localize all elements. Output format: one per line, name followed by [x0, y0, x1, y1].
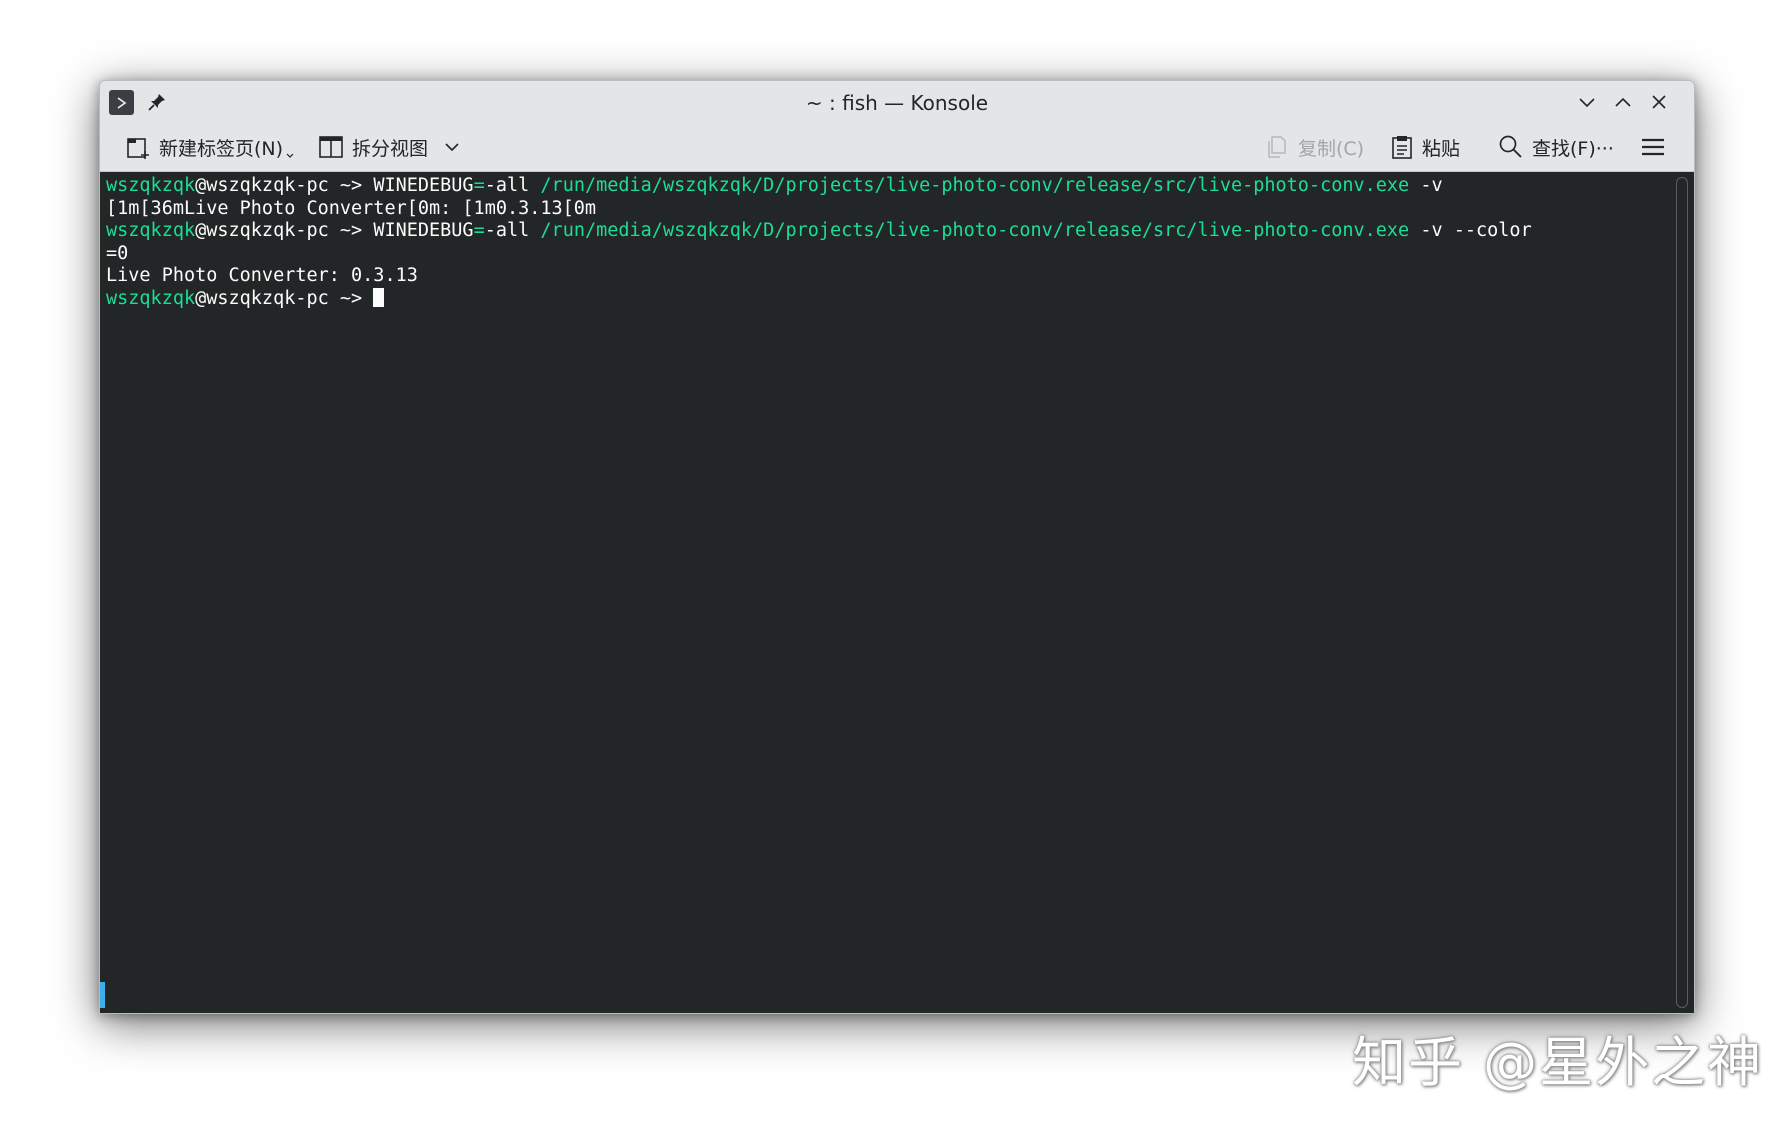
maximize-icon[interactable]	[1612, 91, 1634, 113]
terminal-focus-marker	[100, 982, 105, 1008]
text-cursor	[373, 287, 385, 307]
new-tab-label: 新建标签页(N)	[159, 137, 284, 160]
new-tab-button[interactable]: 新建标签页(N)	[125, 132, 295, 162]
prompt-host: @wszqkzqk-pc	[195, 175, 329, 196]
terminal-line: wszqkzqk@wszqkzqk-pc ~> WINEDEBUG=-all /…	[106, 175, 1443, 196]
split-view-button[interactable]: 拆分视图	[318, 132, 462, 162]
command-args: -v	[1409, 175, 1443, 196]
terminal-output: wszqkzqk@wszqkzqk-pc ~> WINEDEBUG=-all /…	[106, 175, 1654, 310]
prompt-symbol: ~>	[328, 287, 374, 309]
search-icon	[1499, 135, 1522, 158]
env-var-name: WINEDEBUG	[373, 175, 474, 196]
terminal-output-line: Live Photo Converter: 0.3.13	[106, 265, 418, 286]
chevron-down-icon[interactable]	[442, 137, 462, 157]
prompt-symbol: ~>	[328, 220, 374, 241]
prompt-host: @wszqkzqk-pc	[195, 287, 329, 309]
copy-label: 复制(C)	[1298, 137, 1365, 160]
minimize-icon[interactable]	[1576, 91, 1598, 113]
hamburger-menu-button[interactable]	[1640, 132, 1666, 162]
watermark: 知乎 @星外之神	[1352, 1031, 1764, 1094]
prompt-user: wszqkzqk	[106, 287, 196, 309]
main-toolbar: 新建标签页(N) 拆分视图 复制(C) 粘贴 查找(F)···	[100, 124, 1694, 172]
prompt-symbol: ~>	[328, 175, 374, 196]
title-bar[interactable]: ~ : fish — Konsole	[100, 81, 1694, 124]
split-view-label: 拆分视图	[352, 137, 429, 160]
hamburger-menu-icon	[1642, 138, 1664, 156]
env-var-equals: =	[473, 175, 485, 196]
window-title: ~ : fish — Konsole	[805, 91, 989, 115]
prompt-user: wszqkzqk	[106, 175, 196, 196]
prompt-host: @wszqkzqk-pc	[195, 220, 329, 241]
exe-path: /run/media/wszqkzqk/D/projects/live-phot…	[540, 220, 1410, 241]
terminal-scrollbar[interactable]	[1676, 177, 1688, 1008]
terminal-output-line: [1m[36mLive Photo Converter[0m: [1m0.3.1…	[106, 197, 597, 219]
command-wrap: =0	[106, 242, 129, 264]
env-var-value: -all	[484, 220, 530, 241]
konsole-window: ~ : fish — Konsole 新建标签页(N) 拆分视图 复制(C) 粘…	[99, 80, 1695, 1014]
terminal-view[interactable]: wszqkzqk@wszqkzqk-pc ~> WINEDEBUG=-all /…	[100, 172, 1694, 1013]
terminal-line: wszqkzqk@wszqkzqk-pc ~> WINEDEBUG=-all /…	[106, 220, 1532, 241]
paste-icon	[1392, 136, 1412, 159]
new-tab-icon	[127, 138, 149, 159]
env-var-name: WINEDEBUG	[373, 220, 474, 241]
command-args: -v --color	[1409, 220, 1532, 241]
find-label: 查找(F)···	[1532, 137, 1614, 160]
paste-label: 粘贴	[1422, 137, 1461, 160]
paste-button[interactable]: 粘贴	[1390, 132, 1460, 162]
env-var-equals: =	[473, 220, 485, 241]
env-var-value: -all	[484, 175, 530, 196]
close-icon[interactable]	[1648, 91, 1670, 113]
copy-icon	[1268, 136, 1286, 158]
exe-path: /run/media/wszqkzqk/D/projects/live-phot…	[540, 175, 1410, 196]
new-tab-dropdown-icon[interactable]	[285, 151, 295, 161]
prompt-user: wszqkzqk	[106, 220, 196, 241]
copy-button[interactable]: 复制(C)	[1264, 132, 1364, 162]
terminal-line: wszqkzqk@wszqkzqk-pc ~>	[106, 287, 385, 309]
split-view-icon	[319, 136, 343, 158]
find-button[interactable]: 查找(F)···	[1498, 132, 1614, 162]
